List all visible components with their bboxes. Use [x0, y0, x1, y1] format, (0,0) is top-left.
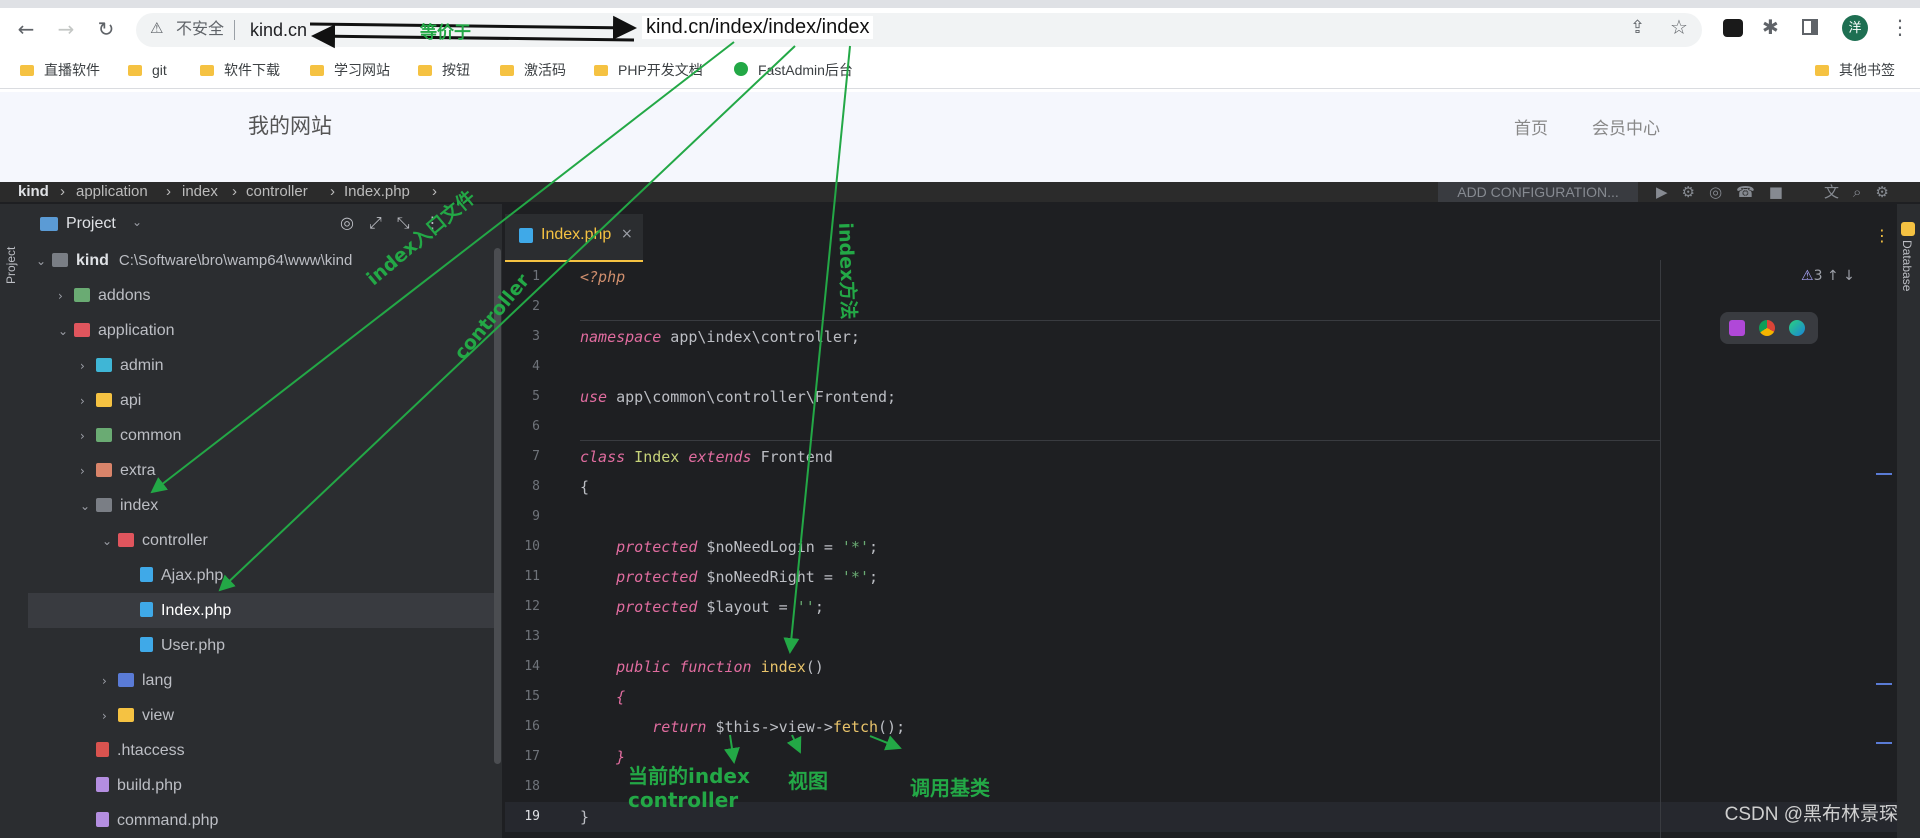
full-url-annotation: kind.cn/index/index/index [642, 16, 874, 39]
annotation-arrows [150, 15, 902, 764]
equivalence-arrow [309, 15, 637, 40]
entry-file-arrow [150, 41, 735, 494]
equivalent-note: 等价于 [420, 23, 471, 43]
equivalence-arrow [311, 24, 635, 49]
current-controller-note-2: controller [628, 788, 739, 812]
current-controller-note-1: 当前的index [628, 764, 750, 788]
method-arrow [783, 45, 851, 654]
watermark: CSDN @黑布林景琛 [1724, 804, 1898, 825]
controller-note-arrow [724, 734, 740, 764]
base-class-note-arrow [869, 735, 902, 751]
controller-arrow [218, 45, 796, 592]
view-note-arrow [786, 734, 802, 754]
method-note: index方法 [834, 222, 860, 320]
view-note: 视图 [788, 769, 828, 793]
base-class-note: 调用基类 [910, 776, 990, 800]
